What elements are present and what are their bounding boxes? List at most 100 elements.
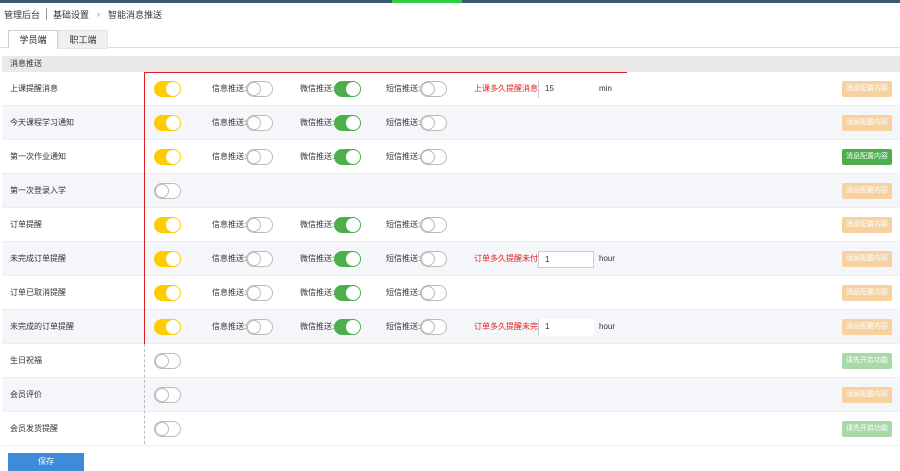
config-content-button[interactable]: 请先开启功能: [842, 421, 892, 437]
top-bar: [0, 0, 900, 3]
wechat-push-label: 微信推送:: [300, 84, 335, 93]
sms-push-toggle[interactable]: [420, 115, 447, 131]
toggle-knob: [421, 286, 435, 300]
toggle-knob: [166, 218, 180, 232]
enable-toggle[interactable]: [154, 217, 181, 233]
toggle-knob: [247, 116, 261, 130]
tab-students[interactable]: 学员端: [8, 30, 58, 49]
wechat-push-toggle[interactable]: [334, 217, 361, 233]
enable-toggle[interactable]: [154, 149, 181, 165]
info-push-toggle[interactable]: [246, 149, 273, 165]
info-push-label: 信息推送:: [212, 322, 247, 331]
info-push-toggle[interactable]: [246, 81, 273, 97]
toggle-knob: [155, 388, 169, 402]
tab-staff[interactable]: 职工端: [58, 30, 108, 49]
sms-push-toggle[interactable]: [420, 285, 447, 301]
settings-row: 生日祝福 请先开启功能: [2, 344, 900, 378]
enable-toggle[interactable]: [154, 183, 181, 199]
toggle-knob: [155, 184, 169, 198]
enable-toggle[interactable]: [154, 81, 181, 97]
sms-push-toggle[interactable]: [420, 149, 447, 165]
enable-toggle[interactable]: [154, 319, 181, 335]
toggle-knob: [166, 252, 180, 266]
config-content-button[interactable]: 请先开启功能: [842, 353, 892, 369]
breadcrumb-item-basic-settings[interactable]: 基础设置: [49, 8, 93, 21]
settings-row: 会员评价 消息配置内容: [2, 378, 900, 412]
sms-push-toggle[interactable]: [420, 251, 447, 267]
save-button[interactable]: 保存: [8, 453, 84, 471]
config-content-button[interactable]: 消息配置内容: [842, 217, 892, 233]
toggle-knob: [346, 286, 360, 300]
toggle-knob: [346, 320, 360, 334]
toggle-knob: [421, 320, 435, 334]
toggle-knob: [155, 422, 169, 436]
tab-bar: 学员端 职工端: [0, 28, 900, 49]
config-content-button[interactable]: 消息配置内容: [842, 81, 892, 97]
wechat-push-toggle[interactable]: [334, 115, 361, 131]
wechat-push-label: 微信推送:: [300, 322, 335, 331]
reminder-time-input[interactable]: 15: [538, 81, 594, 98]
reminder-time-input[interactable]: 1: [538, 319, 594, 336]
section-title: 消息推送: [2, 56, 900, 72]
toggle-knob: [421, 116, 435, 130]
wechat-push-toggle[interactable]: [334, 251, 361, 267]
sms-push-toggle[interactable]: [420, 81, 447, 97]
enable-toggle[interactable]: [154, 353, 181, 369]
toggle-knob: [247, 320, 261, 334]
wechat-push-toggle[interactable]: [334, 319, 361, 335]
config-content-button[interactable]: 消息配置内容: [842, 285, 892, 301]
row-label: 生日祝福: [10, 356, 42, 365]
row-label: 上课提醒消息: [10, 84, 58, 93]
row-label: 第一次作业通知: [10, 152, 66, 161]
row-label: 未完成的订单提醒: [10, 322, 74, 331]
config-content-button[interactable]: 消息配置内容: [842, 115, 892, 131]
enable-toggle[interactable]: [154, 387, 181, 403]
reminder-time-unit: hour: [599, 254, 616, 263]
enable-toggle[interactable]: [154, 421, 181, 437]
toggle-knob: [421, 218, 435, 232]
settings-row: 未完成的订单提醒 信息推送: 微信推送: 短信推送: 订单多久提醒未完成: 1 hour 消息…: [2, 310, 900, 344]
sms-push-toggle[interactable]: [420, 319, 447, 335]
toggle-knob: [346, 82, 360, 96]
breadcrumb-item-root[interactable]: 管理后台: [0, 8, 44, 21]
sms-push-label: 短信推送:: [386, 220, 421, 229]
info-push-toggle[interactable]: [246, 115, 273, 131]
wechat-push-label: 微信推送:: [300, 220, 335, 229]
row-label: 会员发货提醒: [10, 424, 58, 433]
info-push-toggle[interactable]: [246, 285, 273, 301]
wechat-push-toggle[interactable]: [334, 285, 361, 301]
info-push-toggle[interactable]: [246, 251, 273, 267]
reminder-time-label: 上课多久提醒消息:: [474, 84, 541, 93]
toggle-knob: [247, 218, 261, 232]
settings-row: 会员发货提醒 请先开启功能: [2, 412, 900, 446]
toggle-knob: [166, 150, 180, 164]
config-content-button[interactable]: 消息配置内容: [842, 319, 892, 335]
wechat-push-label: 微信推送:: [300, 254, 335, 263]
row-label: 订单已取消提醒: [10, 288, 66, 297]
wechat-push-toggle[interactable]: [334, 149, 361, 165]
chevron-right-icon: ›: [97, 9, 101, 19]
info-push-label: 信息推送:: [212, 152, 247, 161]
breadcrumb-divider: [46, 8, 48, 20]
info-push-label: 信息推送:: [212, 220, 247, 229]
toggle-knob: [421, 252, 435, 266]
toggle-knob: [166, 82, 180, 96]
config-content-button[interactable]: 消息配置内容: [842, 387, 892, 403]
info-push-toggle[interactable]: [246, 217, 273, 233]
config-content-button[interactable]: 消息配置内容: [842, 251, 892, 267]
enable-toggle[interactable]: [154, 251, 181, 267]
info-push-toggle[interactable]: [246, 319, 273, 335]
config-content-button[interactable]: 消息配置内容: [842, 183, 892, 199]
row-label: 第一次登录入学: [10, 186, 66, 195]
toggle-knob: [155, 354, 169, 368]
wechat-push-label: 微信推送:: [300, 118, 335, 127]
row-label: 未完成订单提醒: [10, 254, 66, 263]
toggle-knob: [247, 82, 261, 96]
reminder-time-input[interactable]: 1: [538, 251, 594, 268]
config-content-button[interactable]: 消息配置内容: [842, 149, 892, 165]
enable-toggle[interactable]: [154, 115, 181, 131]
enable-toggle[interactable]: [154, 285, 181, 301]
sms-push-label: 短信推送:: [386, 118, 421, 127]
wechat-push-toggle[interactable]: [334, 81, 361, 97]
sms-push-toggle[interactable]: [420, 217, 447, 233]
